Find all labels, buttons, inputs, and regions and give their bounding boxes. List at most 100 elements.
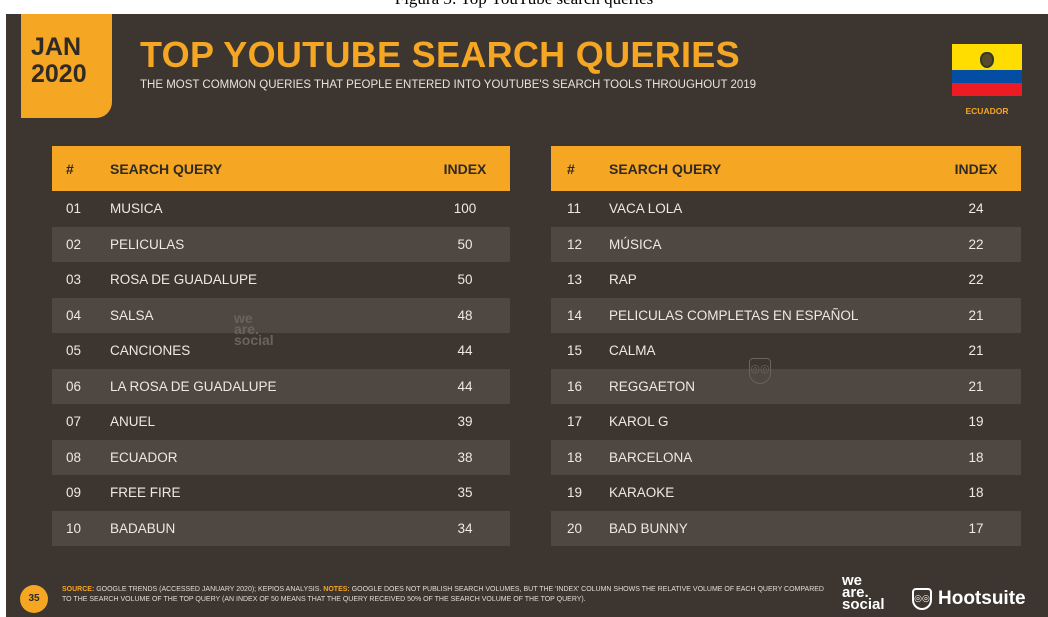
row-query: FREE FIRE [110, 485, 181, 501]
date-badge: JAN 2020 [21, 14, 112, 118]
table-body-left: 01 MUSICA 100 02 PELICULAS 50 03 ROSA DE GUADAL… [52, 191, 510, 546]
figure-caption-text: Figura 3: Top YouTube search queries [395, 0, 654, 8]
row-query: BAD BUNNY [609, 520, 688, 536]
row-query: BADABUN [110, 520, 176, 536]
row-number: 07 [66, 414, 82, 430]
row-query: BARCELONA [609, 449, 693, 465]
row-index: 24 [968, 201, 984, 217]
page-title: TOP YOUTUBE SEARCH QUERIES [140, 34, 740, 75]
row-index: 21 [968, 343, 984, 359]
row-index: 44 [457, 378, 473, 394]
queries-table-right: # SEARCH QUERY INDEX 11 VACA LOLA 24 12 MÚSI… [551, 146, 1021, 546]
row-number: 01 [66, 201, 82, 217]
header-num: # [567, 160, 575, 177]
row-number: 19 [567, 485, 583, 501]
date-month: JAN [31, 33, 82, 61]
row-number: 09 [66, 485, 82, 501]
ecuador-flag-icon [952, 44, 1022, 96]
row-query: RAP [609, 272, 637, 288]
row-index: 18 [968, 449, 984, 465]
table-row: 02 PELICULAS 50 [52, 226, 510, 262]
row-number: 13 [567, 272, 583, 288]
row-index: 22 [968, 236, 984, 252]
row-query: KARAOKE [609, 485, 675, 501]
row-index: 50 [457, 236, 473, 252]
hootsuite-wordmark: Hootsuite [938, 588, 1026, 609]
row-number: 20 [567, 520, 583, 536]
figure-caption: Figura 3: Top YouTube search queries [0, 0, 1048, 14]
row-number: 04 [66, 307, 82, 323]
table-row: 13 RAP 22 [551, 262, 1021, 298]
row-query: MUSICA [110, 201, 163, 217]
row-number: 15 [567, 343, 583, 359]
table-row: 15 CALMA 21 [551, 333, 1021, 369]
footer-notes: SOURCE: GOOGLE TRENDS (ACCESSED JANUARY … [62, 585, 832, 604]
table-row: 06 LA ROSA DE GUADALUPE 44 [52, 368, 510, 404]
source-tag: SOURCE: [62, 586, 95, 593]
table-row: 17 KAROL G 19 [551, 404, 1021, 440]
row-index: 39 [457, 414, 473, 430]
row-number: 05 [66, 343, 82, 359]
table-row: 07 ANUEL 39 [52, 404, 510, 440]
logo-ws-line3: social [842, 596, 885, 613]
coat-of-arms-icon [980, 52, 994, 68]
queries-table-left: # SEARCH QUERY INDEX 01 MUSICA 100 02 PELICU… [52, 146, 510, 546]
page-subtitle: THE MOST COMMON QUERIES THAT PEOPLE ENTE… [140, 79, 757, 91]
header-query: SEARCH QUERY [110, 160, 223, 177]
row-number: 17 [567, 414, 583, 430]
row-number: 18 [567, 449, 583, 465]
row-number: 12 [567, 236, 583, 252]
row-query: CALMA [609, 343, 656, 359]
country-flag-box: ECUADOR [952, 44, 1022, 122]
row-number: 14 [567, 307, 583, 323]
we-are-social-logo: we are. social [842, 573, 885, 613]
hootsuite-logo: ◎◎ Hootsuite [912, 588, 1026, 610]
row-query: PELICULAS COMPLETAS EN ESPAÑOL [609, 307, 859, 323]
row-index: 21 [968, 307, 984, 323]
hootsuite-owl-icon: ◎◎ [912, 588, 932, 610]
table-row: 12 MÚSICA 22 [551, 226, 1021, 262]
date-year: 2020 [31, 60, 87, 88]
table-row: 10 BADABUN 34 [52, 510, 510, 546]
table-row: 18 BARCELONA 18 [551, 439, 1021, 475]
table-row: 11 VACA LOLA 24 [551, 191, 1021, 227]
row-index: 50 [457, 272, 473, 288]
row-index: 48 [457, 307, 473, 323]
row-index: 19 [968, 414, 984, 430]
table-body-right: 11 VACA LOLA 24 12 MÚSICA 22 13 RAP 22 14 PELICULA… [551, 191, 1021, 546]
row-index: 100 [453, 201, 477, 217]
row-query: ANUEL [110, 414, 156, 430]
country-label: ECUADOR [965, 106, 1009, 116]
row-query: KAROL G [609, 414, 669, 430]
row-query: MÚSICA [609, 236, 662, 252]
notes-tag: NOTES: [323, 586, 350, 593]
source-text: GOOGLE TRENDS (ACCESSED JANUARY 2020); K… [94, 586, 324, 593]
header-num: # [66, 160, 74, 177]
row-number: 16 [567, 378, 583, 394]
row-number: 10 [66, 520, 82, 536]
we-are-social-watermark: we are. social [234, 311, 274, 348]
watermark-line3: social [234, 332, 274, 348]
row-number: 03 [66, 272, 82, 288]
row-index: 17 [968, 520, 984, 536]
header-index: INDEX [443, 160, 487, 177]
row-number: 02 [66, 236, 82, 252]
table-row: 09 FREE FIRE 35 [52, 475, 510, 511]
table-row: 01 MUSICA 100 [52, 191, 510, 227]
row-index: 22 [968, 272, 984, 288]
slide: JAN 2020 TOP YOUTUBE SEARCH QUERIES THE … [6, 14, 1048, 617]
hootsuite-owl-watermark-icon: ◎◎ [749, 358, 771, 384]
row-number: 06 [66, 378, 82, 394]
row-index: 18 [968, 485, 984, 501]
row-index: 34 [457, 520, 473, 536]
row-query: PELICULAS [110, 236, 185, 252]
header-index: INDEX [954, 160, 998, 177]
table-row: 03 ROSA DE GUADALUPE 50 [52, 262, 510, 298]
table-row: 19 KARAOKE 18 [551, 475, 1021, 511]
row-index: 21 [968, 378, 984, 394]
table-row: 14 PELICULAS COMPLETAS EN ESPAÑOL 21 [551, 297, 1021, 333]
table-row: 20 BAD BUNNY 17 [551, 510, 1021, 546]
row-index: 35 [457, 485, 473, 501]
row-query: REGGAETON [609, 378, 696, 394]
table-header: # SEARCH QUERY INDEX [52, 146, 510, 191]
